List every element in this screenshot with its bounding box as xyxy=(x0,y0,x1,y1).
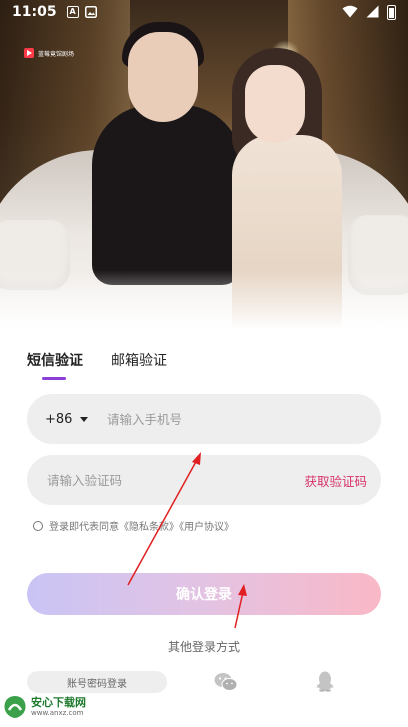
site-watermark: 安心下载网 www.anxz.com xyxy=(2,694,86,720)
brand-logo: 蓝莓竟馆剧场 xyxy=(24,48,74,58)
phone-number-input[interactable] xyxy=(107,411,381,427)
brand-name: 蓝莓竟馆剧场 xyxy=(38,50,75,58)
battery-icon xyxy=(387,4,396,20)
login-method-tabs: 短信验证 邮箱验证 xyxy=(27,350,167,380)
country-code: +86 xyxy=(45,411,73,427)
agreement-text[interactable]: 登录即代表同意《隐私条款》《用户协议》 xyxy=(49,518,234,533)
verification-code-field: 获取验证码 xyxy=(27,455,381,505)
qq-icon[interactable] xyxy=(316,671,334,696)
status-time: 11:05 xyxy=(12,4,57,20)
signal-icon xyxy=(366,3,379,22)
tab-email-verification[interactable]: 邮箱验证 xyxy=(111,350,167,380)
image-notification-icon xyxy=(84,3,97,22)
watermark-url: www.anxz.com xyxy=(31,709,84,717)
wifi-icon xyxy=(342,3,358,22)
wechat-icon[interactable] xyxy=(214,672,238,696)
other-login-options: 账号密码登录 xyxy=(27,670,381,694)
status-bar: 11:05 A xyxy=(0,0,408,24)
other-login-title: 其他登录方式 xyxy=(167,640,240,654)
phone-field: +86 xyxy=(27,394,381,444)
notification-app-icon: A xyxy=(66,6,79,18)
country-code-selector[interactable]: +86 xyxy=(27,412,107,427)
verification-code-input[interactable] xyxy=(27,472,305,488)
confirm-login-button[interactable]: 确认登录 xyxy=(27,573,381,615)
anxz-logo-icon xyxy=(4,696,26,718)
caret-down-icon xyxy=(80,416,89,422)
get-code-button[interactable]: 获取验证码 xyxy=(304,471,381,490)
play-icon xyxy=(24,48,34,58)
password-login-button[interactable]: 账号密码登录 xyxy=(27,671,167,693)
tab-sms-verification[interactable]: 短信验证 xyxy=(27,350,83,380)
agreement-checkbox[interactable] xyxy=(33,520,43,531)
watermark-title: 安心下载网 xyxy=(31,696,86,709)
agreement-row: 登录即代表同意《隐私条款》《用户协议》 xyxy=(33,518,234,533)
